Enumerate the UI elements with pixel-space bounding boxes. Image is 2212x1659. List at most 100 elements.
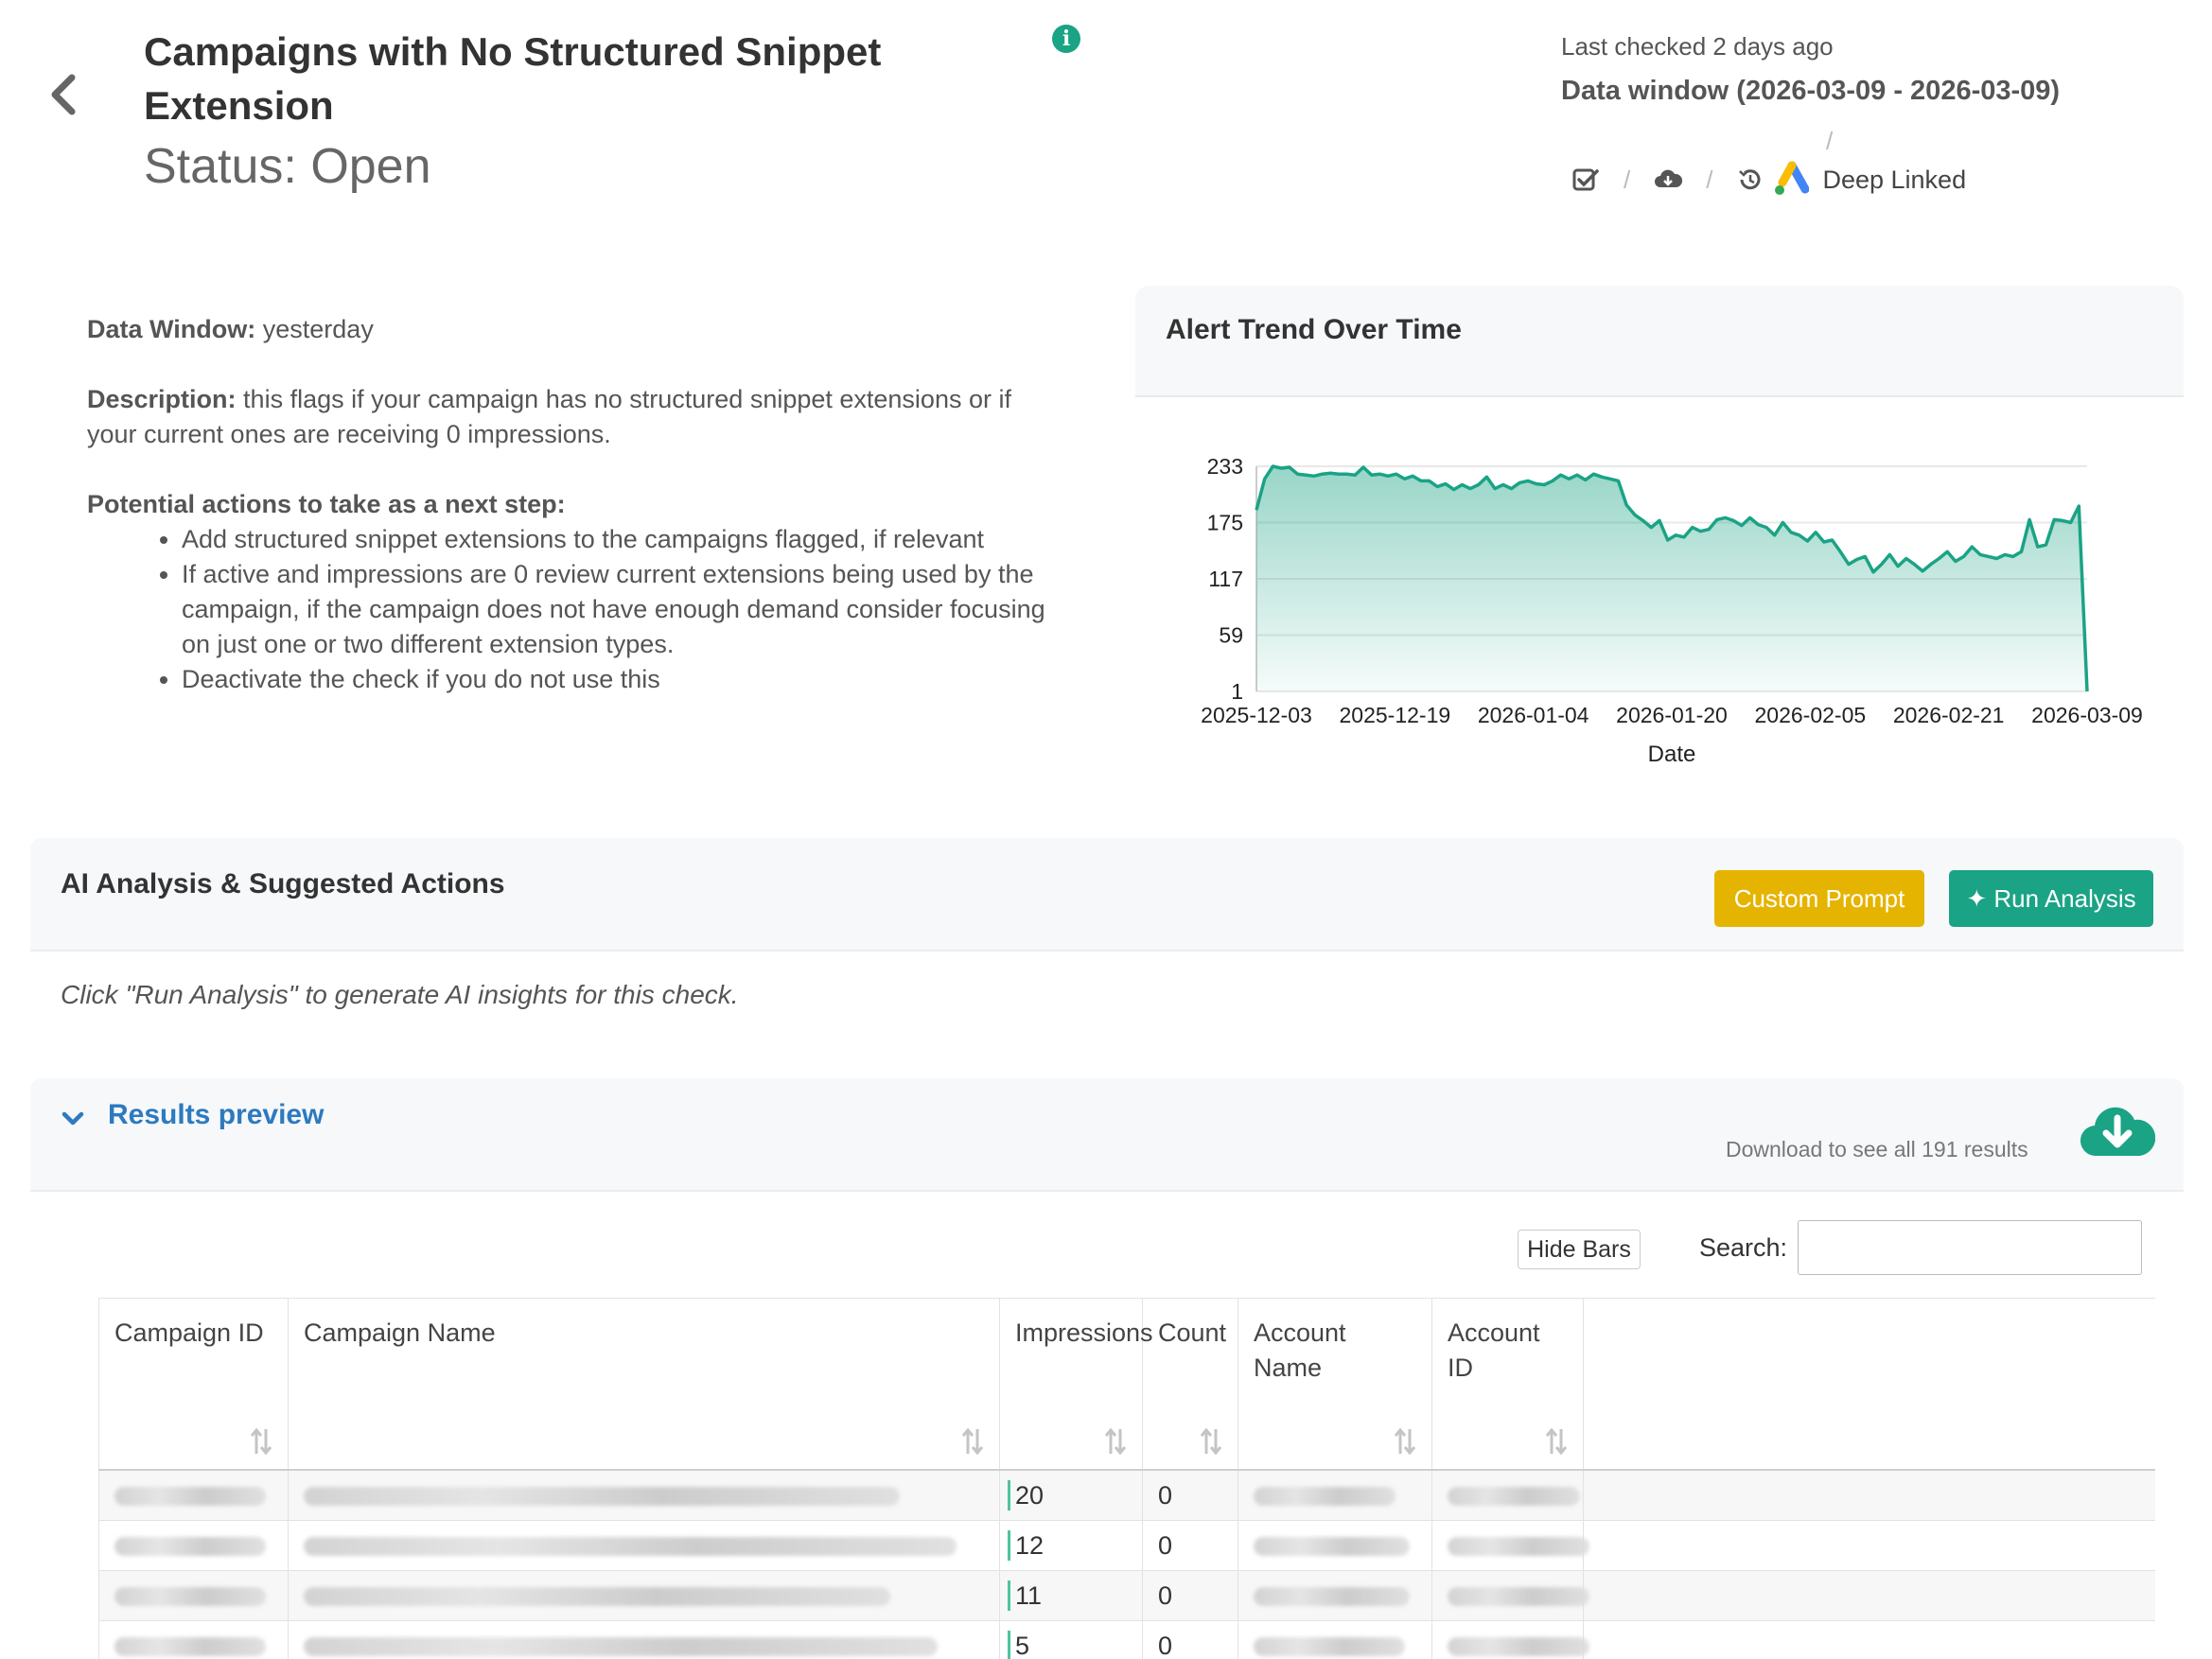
ai-analysis-hint: Click "Run Analysis" to generate AI insi… <box>61 980 739 1009</box>
cell-impressions: 20 <box>999 1469 1143 1521</box>
separator: / <box>1706 165 1713 194</box>
table-row[interactable]: 11 0 <box>98 1570 2155 1621</box>
sort-icon[interactable] <box>961 1427 984 1456</box>
sort-icon[interactable] <box>1200 1427 1222 1456</box>
column-header-campaign-name[interactable]: Campaign Name <box>288 1298 1000 1471</box>
sort-icon[interactable] <box>1545 1427 1568 1456</box>
header-action-icons: / / Deep Linked <box>1571 161 1966 199</box>
cell-impressions: 12 <box>999 1520 1143 1571</box>
custom-prompt-button[interactable]: Custom Prompt <box>1714 870 1924 927</box>
column-header-account-name[interactable]: Account Name <box>1238 1298 1432 1471</box>
table-header-row: Campaign ID Campaign Name Impressions Co… <box>98 1298 2155 1471</box>
cell-account-name <box>1238 1469 1432 1521</box>
cell-overflow <box>1583 1620 2155 1659</box>
table-row[interactable]: 12 0 <box>98 1520 2155 1571</box>
back-chevron-icon[interactable] <box>47 74 79 115</box>
cell-account-id <box>1431 1520 1589 1571</box>
redacted-value <box>1448 1537 1589 1557</box>
ai-analysis-title: AI Analysis & Suggested Actions <box>61 868 505 899</box>
chart-y-tick-label: 117 <box>1208 567 1243 591</box>
redacted-value <box>114 1637 266 1657</box>
column-header-campaign-id[interactable]: Campaign ID <box>98 1298 289 1471</box>
redacted-value <box>1254 1637 1405 1657</box>
cell-campaign-name <box>288 1469 1000 1521</box>
cell-impressions: 5 <box>999 1620 1143 1659</box>
results-preview-toggle[interactable]: Results preview <box>108 1099 324 1131</box>
redacted-value <box>114 1587 266 1607</box>
alert-trend-card: Alert Trend Over Time 1 59 117 175 233 2025-1… <box>1135 286 2184 796</box>
data-window-value: yesterday <box>262 315 374 343</box>
chart-x-axis-label: Date <box>1648 742 1696 767</box>
last-checked-text: Last checked 2 days ago <box>1561 32 1834 61</box>
impressions-value: 20 <box>1015 1480 1045 1510</box>
separator: / <box>1624 165 1631 194</box>
cell-campaign-name <box>288 1620 1000 1659</box>
check-square-icon[interactable] <box>1571 165 1601 195</box>
separator: / <box>1826 127 1834 155</box>
cell-account-name <box>1238 1570 1432 1621</box>
chart-card-header: Alert Trend Over Time <box>1135 286 2184 397</box>
chart-y-tick-label: 1 <box>1231 679 1243 704</box>
redacted-value <box>304 1537 957 1557</box>
table-row[interactable]: 5 0 <box>98 1620 2155 1659</box>
sort-icon[interactable] <box>250 1427 272 1456</box>
chart-x-tick-label: 2025-12-19 <box>1340 703 1451 727</box>
run-analysis-button[interactable]: ✦ Run Analysis <box>1949 870 2153 927</box>
sort-icon[interactable] <box>1104 1427 1127 1456</box>
history-icon[interactable] <box>1735 165 1765 195</box>
redacted-value <box>1448 1587 1589 1607</box>
table-row[interactable]: 20 0 <box>98 1469 2155 1521</box>
cell-count: 0 <box>1142 1520 1238 1571</box>
column-header-overflow <box>1583 1298 2155 1471</box>
cell-count: 0 <box>1142 1620 1238 1659</box>
cell-overflow <box>1583 1520 2155 1571</box>
alert-trend-chart: 1 59 117 175 233 2025-12-03 2025-12-19 2026-01-… <box>1201 454 2143 767</box>
column-header-account-id[interactable]: Account ID <box>1431 1298 1584 1471</box>
chart-y-tick-label: 233 <box>1207 454 1243 479</box>
sort-icon[interactable] <box>1394 1427 1416 1456</box>
impressions-bar <box>1008 1580 1010 1611</box>
deep-linked-label[interactable]: Deep Linked <box>1822 166 1966 195</box>
search-input[interactable] <box>1798 1220 2142 1275</box>
column-label: Campaign ID <box>114 1318 264 1347</box>
chart-x-tick-label: 2026-02-21 <box>1893 703 2005 727</box>
action-item: Add structured snippet extensions to the… <box>182 522 1052 557</box>
column-label: Account Name <box>1254 1318 1346 1382</box>
actions-list: Add structured snippet extensions to the… <box>87 522 1052 697</box>
redacted-value <box>114 1537 266 1557</box>
cell-campaign-id <box>98 1520 289 1571</box>
column-header-impressions[interactable]: Impressions <box>999 1298 1153 1471</box>
search-label: Search: <box>1699 1233 1788 1262</box>
hide-bars-button[interactable]: Hide Bars <box>1518 1230 1641 1269</box>
impressions-bar <box>1008 1530 1010 1561</box>
page-title: Campaigns with No Structured Snippet Ext… <box>144 29 882 128</box>
cell-count: 0 <box>1142 1570 1238 1621</box>
cell-campaign-name <box>288 1520 1000 1571</box>
chart-y-tick-label: 175 <box>1207 511 1243 535</box>
cloud-download-icon[interactable] <box>1653 165 1683 195</box>
cloud-download-icon[interactable] <box>2080 1103 2155 1160</box>
redacted-value <box>1254 1537 1410 1557</box>
chart-x-tick-label: 2025-12-03 <box>1201 703 1312 727</box>
cell-account-name <box>1238 1520 1432 1571</box>
action-item: If active and impressions are 0 review c… <box>182 557 1052 662</box>
cell-count: 0 <box>1142 1469 1238 1521</box>
cell-impressions: 11 <box>999 1570 1143 1621</box>
column-header-count[interactable]: Count <box>1142 1298 1238 1471</box>
results-table: Campaign ID Campaign Name Impressions Co… <box>98 1298 2155 1659</box>
google-ads-icon[interactable] <box>1771 161 1810 199</box>
impressions-value: 12 <box>1015 1530 1045 1560</box>
download-hint: Download to see all 191 results <box>1726 1137 2028 1161</box>
chart-title: Alert Trend Over Time <box>1166 314 1462 345</box>
redacted-value <box>304 1487 900 1507</box>
description-label: Description: <box>87 385 237 413</box>
chart-area-fill <box>1256 466 2087 691</box>
results-header <box>30 1078 2184 1192</box>
data-window-range: Data window (2026-03-09 - 2026-03-09) <box>1561 76 2061 106</box>
redacted-value <box>114 1487 266 1507</box>
check-description: Data Window: yesterday Description: this… <box>87 312 1052 697</box>
results-table-wrapper: Campaign ID Campaign Name Impressions Co… <box>98 1298 2155 1659</box>
chevron-down-icon[interactable] <box>61 1107 85 1131</box>
cell-overflow <box>1583 1469 2155 1521</box>
info-icon[interactable]: i <box>1052 25 1080 53</box>
